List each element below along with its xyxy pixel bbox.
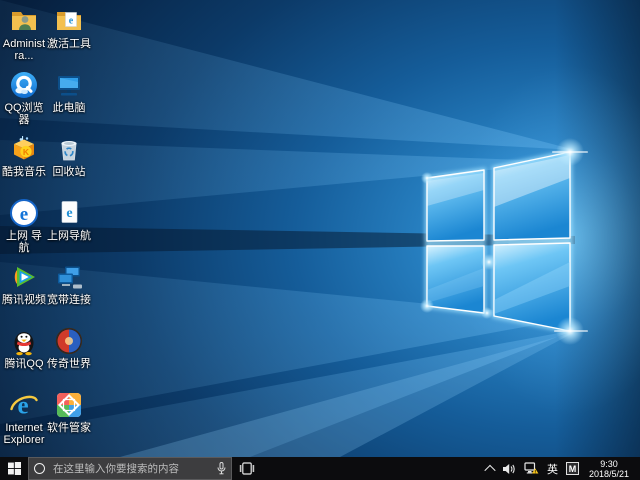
this-pc-icon [54, 70, 84, 100]
desktop-icon-web-navigation-doc[interactable]: e 上网导航 [47, 198, 91, 242]
icon-label: 宽带连接 [47, 294, 91, 306]
chevron-up-icon [484, 464, 495, 475]
task-view-icon [239, 462, 255, 475]
desktop-icon-software-manager[interactable]: 软件管家 [47, 390, 91, 434]
desktop-icon-broadband-connection[interactable]: 宽带连接 [47, 262, 91, 306]
user-folder-icon [9, 6, 39, 36]
qq-browser-icon [9, 70, 39, 100]
icon-label: 上网 导航 [2, 230, 46, 254]
icon-label: 此电脑 [47, 102, 91, 114]
desktop-icon-qq-browser[interactable]: QQ浏览器 [2, 70, 46, 126]
taskbar-clock[interactable]: 9:30 2018/5/21 [583, 459, 635, 479]
desktop-icon-legend-world[interactable]: 传奇世界 [47, 326, 91, 370]
tray-network[interactable] [520, 457, 543, 480]
recycle-bin-icon [54, 134, 84, 164]
kuwo-music-icon: K [9, 134, 39, 164]
desktop-icon-kuwo-music[interactable]: K 酷我音乐 [2, 134, 46, 178]
internet-explorer-icon: e [9, 390, 39, 420]
network-warning-icon [524, 462, 539, 475]
icon-label: 腾讯QQ [2, 358, 46, 370]
e-document-icon: e [54, 198, 84, 228]
qq-penguin-icon [9, 326, 39, 356]
desktop-icon-administrator[interactable]: Administra... [2, 6, 46, 62]
desktop-icon-recycle-bin[interactable]: 回收站 [47, 134, 91, 178]
icon-label: Internet Explorer [2, 422, 46, 446]
cortana-icon [34, 463, 45, 474]
ime-mode-badge: M [566, 462, 579, 475]
svg-text:K: K [23, 147, 30, 157]
wallpaper-win10-hero [0, 0, 640, 457]
microphone-icon[interactable] [217, 462, 226, 475]
desktop-icon-internet-explorer[interactable]: e Internet Explorer [2, 390, 46, 446]
tencent-video-icon [9, 262, 39, 292]
icon-label: 传奇世界 [47, 358, 91, 370]
clock-date: 2018/5/21 [589, 469, 629, 479]
desktop-icon-tencent-video[interactable]: 腾讯视频 [2, 262, 46, 306]
tray-show-hidden-icons[interactable] [482, 457, 498, 480]
windows-desktop: Administra... e 激活工具 QQ浏览器 此电脑 [0, 0, 640, 480]
broadband-icon [54, 262, 84, 292]
icon-label: 腾讯视频 [2, 294, 46, 306]
taskbar: 英 M 9:30 2018/5/21 [0, 457, 640, 480]
tray-ime-mode[interactable]: M [562, 457, 583, 480]
system-tray: 英 M 9:30 2018/5/21 [482, 457, 640, 480]
taskbar-empty-area [262, 457, 482, 480]
svg-text:e: e [20, 204, 28, 225]
icon-label: 上网导航 [47, 230, 91, 242]
desktop-icon-web-navigation-circle[interactable]: e 上网 导航 [2, 198, 46, 254]
ime-language-label: 英 [547, 461, 558, 477]
blue-e-circle-icon: e [9, 198, 39, 228]
search-input[interactable] [51, 462, 217, 476]
legend-world-game-icon [54, 326, 84, 356]
taskbar-search-box[interactable] [28, 457, 232, 480]
icon-label: 软件管家 [47, 422, 91, 434]
speaker-icon [502, 463, 516, 475]
software-manager-icon [54, 390, 84, 420]
windows-logo-icon [8, 462, 21, 475]
desktop-icon-this-pc[interactable]: 此电脑 [47, 70, 91, 114]
svg-text:e: e [69, 16, 74, 27]
icon-label: 回收站 [47, 166, 91, 178]
icon-label: QQ浏览器 [2, 102, 46, 126]
tray-ime-language[interactable]: 英 [543, 457, 562, 480]
icon-label: 激活工具 [47, 38, 91, 50]
folder-edge-doc-icon: e [54, 6, 84, 36]
desktop-icon-activation-tool[interactable]: e 激活工具 [47, 6, 91, 50]
icon-label: 酷我音乐 [2, 166, 46, 178]
start-button[interactable] [0, 457, 28, 480]
task-view-button[interactable] [232, 457, 262, 480]
clock-time: 9:30 [600, 459, 618, 469]
icon-label: Administra... [2, 38, 46, 62]
desktop-icon-tencent-qq[interactable]: 腾讯QQ [2, 326, 46, 370]
svg-text:e: e [66, 206, 72, 221]
tray-volume[interactable] [498, 457, 520, 480]
